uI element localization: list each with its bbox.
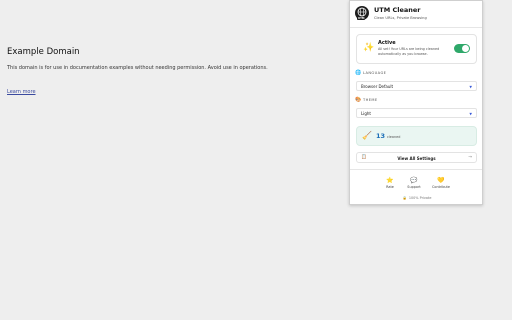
support-button[interactable]: 💬 Support: [402, 177, 426, 189]
broom-icon: 🧹: [362, 131, 372, 140]
active-description: All set! Your URLs are being cleaned aut…: [378, 47, 440, 56]
arrow-right-icon: →: [468, 155, 472, 160]
popup-header: UTM UTM Cleaner Clean URLs, Private Brow…: [355, 5, 479, 25]
cleaned-unit: cleaned: [387, 135, 401, 139]
language-value: Browser Default: [361, 84, 394, 89]
app-subtitle: Clean URLs, Private Browsing: [374, 16, 427, 20]
sparkle-icon: ✨: [363, 43, 375, 53]
language-select[interactable]: Browser Default ▼: [356, 81, 477, 91]
language-label-text: LANGUAGE: [363, 71, 387, 75]
chat-icon: 💬: [410, 177, 418, 184]
active-card: ✨ Active All set! Your URLs are being cl…: [356, 34, 477, 64]
cleaned-count: 13: [376, 132, 386, 140]
contribute-button[interactable]: 💛 Contribute: [429, 177, 453, 189]
theme-label: 🎨THEME: [355, 97, 378, 103]
globe-icon: 🌐: [355, 70, 362, 76]
view-all-settings-button[interactable]: 📋 View All Settings →: [356, 152, 477, 163]
palette-icon: 🎨: [355, 97, 362, 103]
footer-divider: [350, 169, 482, 170]
rate-button[interactable]: ⭐ Rate: [378, 177, 402, 189]
lock-icon: 🔒: [402, 196, 407, 200]
rate-label: Rate: [386, 185, 394, 189]
language-label: 🌐LANGUAGE: [355, 70, 386, 76]
header-divider: [350, 27, 482, 28]
privacy-text: 100% Private: [408, 196, 432, 200]
contribute-label: Contribute: [432, 185, 450, 189]
privacy-note: 🔒 100% Private: [350, 196, 482, 200]
support-label: Support: [407, 185, 421, 189]
logo-label: UTM: [357, 17, 366, 20]
theme-label-text: THEME: [363, 98, 378, 102]
globe-logo-icon: UTM: [355, 6, 369, 20]
extension-popup: UTM UTM Cleaner Clean URLs, Private Brow…: [349, 0, 483, 205]
chevron-down-icon: ▼: [469, 84, 472, 89]
footer-actions: ⭐ Rate 💬 Support 💛 Contribute: [350, 177, 482, 193]
theme-value: Light: [361, 111, 371, 116]
star-icon: ⭐: [386, 177, 394, 184]
theme-select[interactable]: Light ▼: [356, 108, 477, 118]
chevron-down-icon: ▼: [469, 111, 472, 116]
page-body: This domain is for use in documentation …: [7, 65, 268, 71]
page-heading: Example Domain: [7, 47, 80, 57]
learn-more-link[interactable]: Learn more: [7, 89, 36, 95]
app-title: UTM Cleaner: [374, 6, 421, 14]
page-content: Example Domain This domain is for use in…: [7, 47, 337, 97]
heart-icon: 💛: [437, 177, 445, 184]
active-title: Active: [378, 40, 396, 46]
view-all-label: View All Settings: [397, 155, 436, 161]
cleaned-stat: 🧹 13 cleaned: [356, 126, 477, 146]
active-toggle[interactable]: [454, 44, 470, 53]
